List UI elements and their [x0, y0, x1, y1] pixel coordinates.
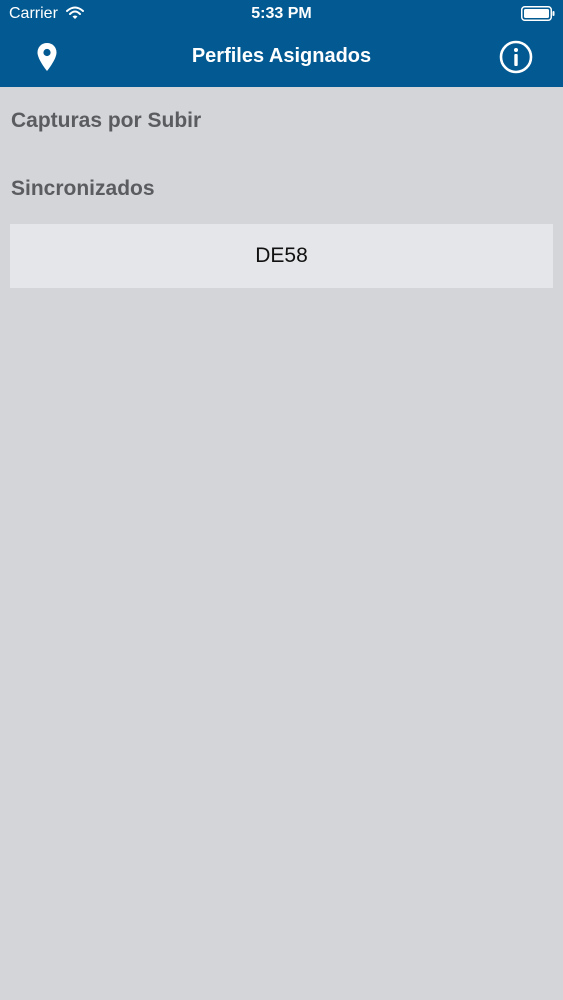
- profile-list-item[interactable]: DE58: [10, 224, 553, 288]
- battery-icon: [521, 6, 555, 21]
- info-icon: [499, 40, 533, 74]
- navigation-bar: Perfiles Asignados: [0, 30, 563, 87]
- status-bar: Carrier 5:33 PM: [0, 0, 563, 30]
- info-button[interactable]: [496, 37, 536, 77]
- section-header-synced: Sincronizados: [11, 177, 155, 200]
- status-time: 5:33 PM: [251, 5, 312, 22]
- top-bar: Carrier 5:33 PM Perfiles Asignados: [0, 0, 563, 87]
- profile-label: DE58: [255, 244, 308, 267]
- page-title: Perfiles Asignados: [191, 45, 372, 67]
- section-header-pending-uploads: Capturas por Subir: [11, 109, 202, 132]
